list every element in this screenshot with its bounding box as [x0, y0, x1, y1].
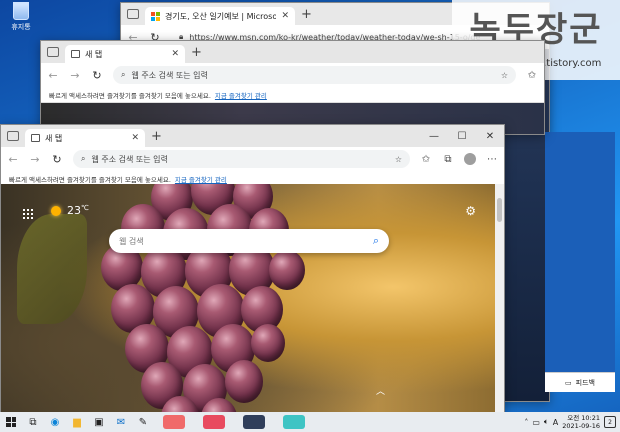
new-tab-button[interactable]: + — [191, 46, 202, 60]
clock[interactable]: 오전 10:21 2021-09-16 — [562, 414, 600, 430]
tab-new[interactable]: 새 탭 ✕ — [25, 129, 145, 147]
url-placeholder: 웹 주소 검색 또는 입력 — [131, 70, 208, 80]
tab-new[interactable]: 새 탭 ✕ — [65, 45, 185, 63]
grape — [269, 250, 305, 291]
sun-icon — [51, 205, 61, 216]
feedback-label: 피드백 — [575, 378, 595, 387]
paint-icon[interactable]: ✎ — [132, 412, 154, 432]
new-tab-button[interactable]: + — [301, 8, 312, 22]
workspace-icon[interactable] — [127, 9, 139, 19]
clock-date: 2021-09-16 — [562, 422, 600, 430]
url-field[interactable]: ⌕ 웹 주소 검색 또는 입력 ☆ — [73, 150, 410, 168]
edge-icon[interactable]: ◉ — [44, 412, 66, 432]
recycle-bin-icon — [13, 2, 29, 20]
manage-favorites-link[interactable]: 지금 즐겨찾기 관리 — [175, 174, 227, 184]
address-bar: ← → ↻ ⌕ 웹 주소 검색 또는 입력 ☆ ✩ — [41, 63, 544, 87]
recycle-bin-label: 휴지통 — [11, 23, 31, 31]
maximize-icon[interactable]: ☐ — [448, 125, 476, 147]
msn-favicon-icon — [151, 11, 160, 21]
browser-window-middle[interactable]: 새 탭 ✕ + ← → ↻ ⌕ 웹 주소 검색 또는 입력 ☆ ✩ 빠르게 액세… — [40, 40, 545, 135]
more-menu-icon[interactable]: ⋯ — [486, 154, 498, 165]
window-controls: — ☐ ✕ — [420, 125, 504, 147]
forward-icon[interactable]: → — [29, 153, 41, 166]
url-field[interactable]: ⌕ 웹 주소 검색 또는 입력 ☆ — [113, 66, 516, 84]
page-settings-gear-icon[interactable]: ⚙ — [465, 204, 476, 218]
apps-grid-icon[interactable] — [23, 209, 33, 219]
favorites-icon[interactable]: ✩ — [420, 154, 432, 165]
taskbar: ⧉ ◉ ▆ ▣ ✉ ✎ ˄ ▭ 🔈︎ A 오전 10:21 2021-09-16… — [0, 412, 620, 432]
network-icon[interactable]: ▭ — [532, 418, 540, 427]
minimize-icon[interactable]: — — [420, 125, 448, 147]
temperature-unit: ℃ — [81, 204, 89, 212]
web-search-input[interactable] — [119, 236, 373, 246]
profile-avatar[interactable] — [464, 153, 476, 165]
back-icon[interactable]: ← — [7, 153, 19, 166]
newtab-page: 23℃ ⚙ ⌕ ︿ — [1, 184, 504, 413]
volume-icon[interactable]: 🔈︎ — [544, 417, 549, 427]
taskbar-app-4[interactable] — [283, 415, 305, 429]
favorites-bar: 빠르게 액세스하려면 즐겨찾기를 즐겨찾기 모음에 놓으세요. 지금 즐겨찾기 … — [41, 87, 544, 103]
taskbar-app-2[interactable] — [203, 415, 225, 429]
tab-page-icon — [31, 134, 40, 142]
new-tab-button[interactable]: + — [151, 130, 162, 144]
weather-panel — [545, 132, 615, 372]
taskbar-app-1[interactable] — [163, 415, 185, 429]
tab-title: 새 탭 — [85, 49, 103, 59]
manage-favorites-link[interactable]: 지금 즐겨찾기 관리 — [215, 90, 267, 100]
chevron-up-icon[interactable]: ︿ — [376, 384, 385, 397]
page-scrollbar[interactable] — [495, 184, 504, 413]
taskbar-app-3[interactable] — [243, 415, 265, 429]
search-icon: ⌕ — [81, 154, 86, 163]
favorites-icon[interactable]: ✩ — [526, 70, 538, 81]
recycle-bin[interactable]: 휴지통 — [4, 2, 38, 32]
task-view-icon[interactable]: ⧉ — [22, 412, 44, 432]
temperature-value: 23 — [67, 204, 81, 217]
chevron-up-icon[interactable]: ˄ — [524, 418, 528, 427]
search-icon: ⌕ — [121, 70, 126, 79]
browser-window-front[interactable]: 새 탭 ✕ + — ☐ ✕ ← → ↻ ⌕ 웹 주소 검색 또는 입력 ☆ ✩ … — [0, 124, 505, 414]
close-tab-icon[interactable]: ✕ — [131, 133, 139, 143]
close-tab-icon[interactable]: ✕ — [281, 11, 289, 21]
tab-title: 새 탭 — [45, 133, 63, 143]
web-search-box[interactable]: ⌕ — [109, 229, 389, 253]
refresh-icon[interactable]: ↻ — [51, 153, 63, 166]
feedback-icon: ▭ — [565, 378, 572, 387]
tab-title: 경기도, 오산 일기예보 | Microsoft — [165, 11, 277, 21]
grape — [225, 360, 263, 403]
address-bar: ← → ↻ ⌕ 웹 주소 검색 또는 입력 ☆ ✩ ⧉ ⋯ — [1, 147, 504, 171]
search-icon[interactable]: ⌕ — [373, 234, 379, 248]
notification-center-icon[interactable]: 2 — [604, 416, 616, 428]
back-icon[interactable]: ← — [47, 69, 59, 82]
collections-icon[interactable]: ⧉ — [442, 154, 454, 165]
close-window-icon[interactable]: ✕ — [476, 125, 504, 147]
refresh-icon[interactable]: ↻ — [91, 69, 103, 82]
workspace-icon[interactable] — [47, 47, 59, 57]
scrollbar-thumb[interactable] — [497, 198, 502, 222]
tab-page-icon — [71, 50, 80, 58]
workspace-icon[interactable] — [7, 131, 19, 141]
store-icon[interactable]: ▣ — [88, 412, 110, 432]
start-button[interactable] — [0, 412, 22, 432]
clock-time: 오전 10:21 — [567, 414, 600, 422]
input-language[interactable]: A — [553, 418, 558, 427]
favorites-hint: 빠르게 액세스하려면 즐겨찾기를 즐겨찾기 모음에 놓으세요. — [49, 91, 211, 100]
url-placeholder: 웹 주소 검색 또는 입력 — [91, 154, 168, 164]
favorites-hint: 빠르게 액세스하려면 즐겨찾기를 즐겨찾기 모음에 놓으세요. — [9, 175, 171, 184]
windows-logo-icon — [6, 417, 16, 427]
add-favorite-icon[interactable]: ☆ — [395, 155, 402, 164]
grape — [251, 324, 285, 363]
tab-strip: 새 탭 ✕ + — ☐ ✕ — [1, 125, 504, 147]
leaf-image — [17, 214, 87, 324]
add-favorite-icon[interactable]: ☆ — [501, 71, 508, 80]
feedback-button[interactable]: ▭ 피드백 — [545, 372, 615, 392]
tab-weather[interactable]: 경기도, 오산 일기예보 | Microsoft ✕ — [145, 7, 295, 25]
mail-icon[interactable]: ✉ — [110, 412, 132, 432]
weather-widget[interactable]: 23℃ — [51, 204, 89, 217]
system-tray: ˄ ▭ 🔈︎ A 오전 10:21 2021-09-16 2 — [524, 414, 620, 430]
forward-icon[interactable]: → — [69, 69, 81, 82]
tab-strip: 새 탭 ✕ + — [41, 41, 544, 63]
file-explorer-icon[interactable]: ▆ — [66, 412, 88, 432]
close-tab-icon[interactable]: ✕ — [171, 49, 179, 59]
